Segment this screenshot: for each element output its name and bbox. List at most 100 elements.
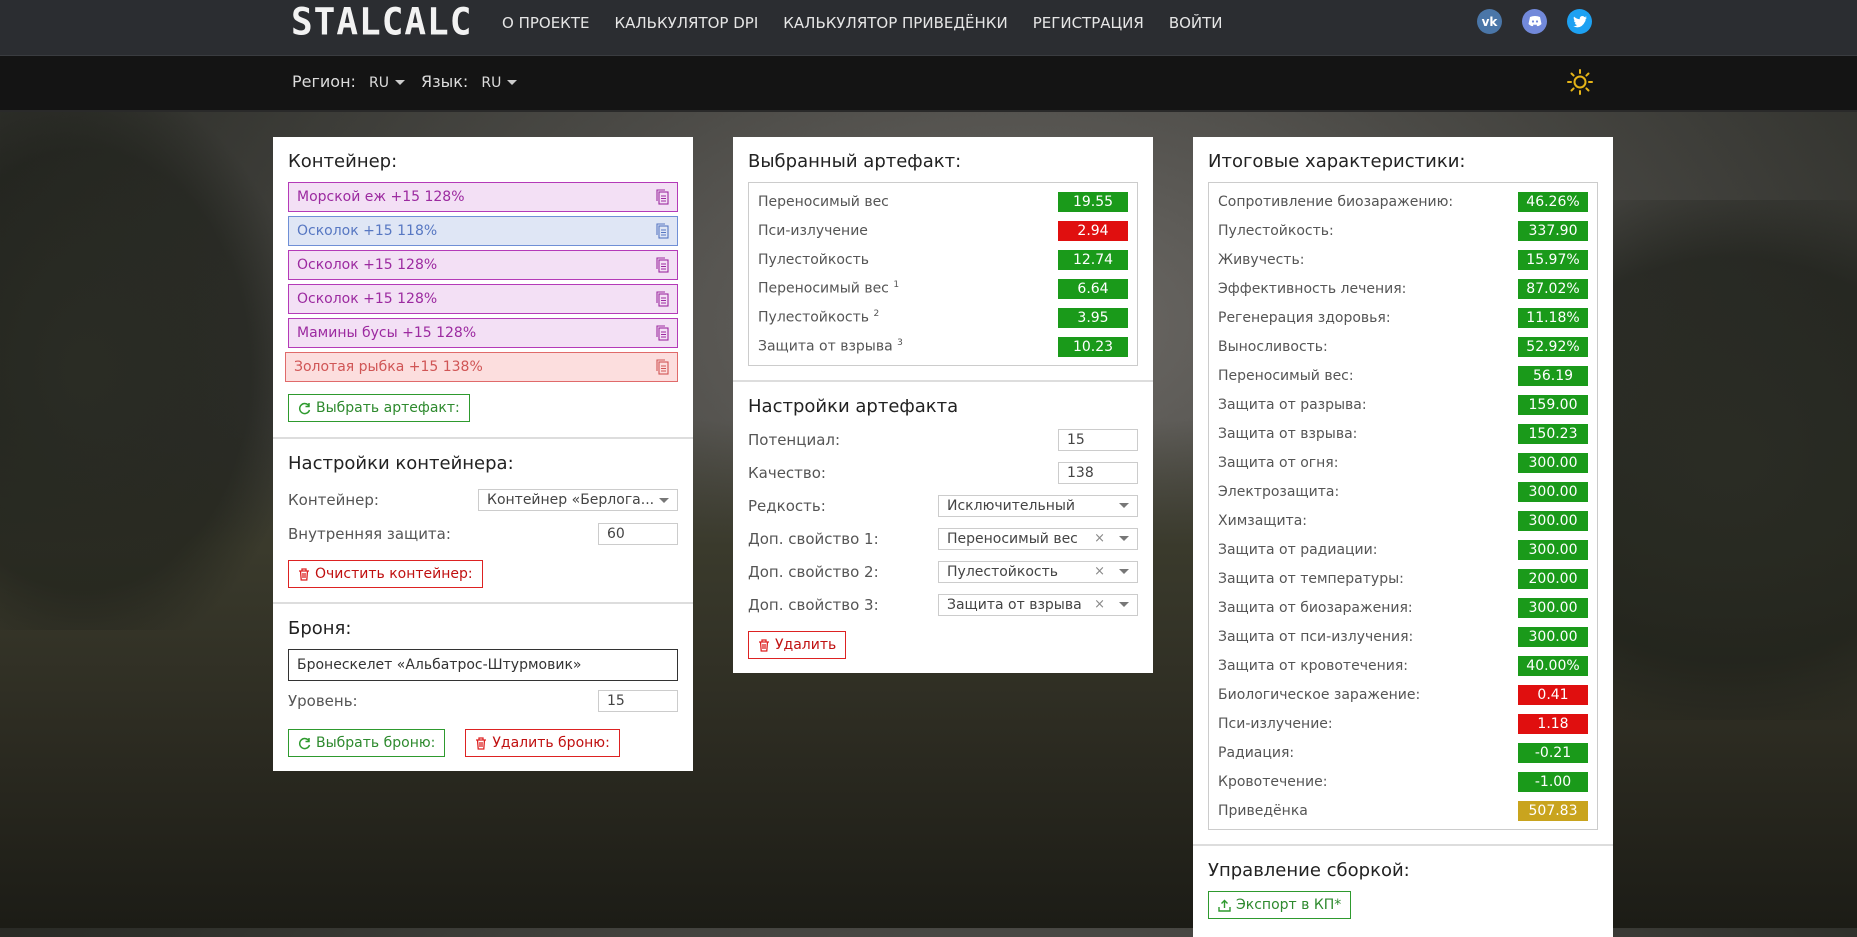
stat-row: Защита от кровотечения: 40.00% — [1218, 651, 1588, 680]
export-button[interactable]: Экспорт в КП* — [1208, 891, 1352, 919]
clear-icon[interactable]: × — [1094, 531, 1105, 546]
artifact-slot-label: Мамины бусы +15 128% — [297, 325, 477, 341]
stat-label: Сопротивление биозаражению: — [1218, 194, 1453, 210]
clear-container-label: Очистить контейнер: — [315, 566, 473, 582]
potential-label: Потенциал: — [748, 430, 841, 449]
nav-dpi-calculator[interactable]: КАЛЬКУЛЯТОР DPI — [614, 14, 758, 32]
artifact-slot[interactable]: Осколок +15 128% — [288, 284, 678, 314]
stat-label: Переносимый вес — [758, 194, 889, 210]
stat-label-text: Переносимый вес: — [1218, 367, 1354, 384]
quality-input[interactable]: 138 — [1058, 461, 1138, 484]
prop1-select[interactable]: Переносимый вес × — [938, 527, 1138, 550]
copy-icon[interactable] — [656, 291, 669, 307]
artifact-slot[interactable]: Осколок +15 118% — [288, 216, 678, 246]
totals-title: Итоговые характеристики: — [1208, 151, 1466, 172]
stat-label: Защита от пси-излучения: — [1218, 629, 1413, 645]
armor-level-input[interactable]: 15 — [598, 690, 678, 712]
stat-row: Защита от взрыва 3 10.23 — [758, 332, 1128, 361]
stat-label: Пси-излучение — [758, 223, 868, 239]
region-selector[interactable]: Регион: RU — [292, 72, 406, 91]
artifact-slot-label: Морской еж +15 128% — [297, 189, 465, 205]
artifact-slot-label: Осколок +15 128% — [297, 291, 438, 307]
stat-value: 87.02% — [1518, 278, 1588, 299]
chevron-down-icon — [1119, 569, 1129, 574]
artifact-slot[interactable]: Мамины бусы +15 128% — [288, 318, 678, 348]
stat-footnote: 2 — [873, 309, 880, 320]
prop3-value: Защита от взрыва — [947, 596, 1082, 613]
background-trees-left — [0, 110, 280, 630]
discord-icon[interactable] — [1522, 9, 1547, 34]
stat-label: Радиация: — [1218, 745, 1294, 761]
rarity-label: Редкость: — [748, 496, 826, 515]
trash-icon — [476, 736, 487, 750]
stat-row: Кровотечение: -1.00 — [1218, 767, 1588, 796]
delete-armor-button[interactable]: Удалить броню: — [465, 729, 620, 757]
container-select-row: Контейнер: Контейнер «Берлога... — [288, 484, 678, 516]
choose-armor-button[interactable]: Выбрать броню: — [288, 729, 446, 757]
vk-icon[interactable]: vk — [1477, 9, 1502, 34]
stat-row: Защита от огня: 300.00 — [1218, 448, 1588, 477]
stat-value: 19.55 — [1058, 191, 1128, 212]
stat-row: Сопротивление биозаражению: 46.26% — [1218, 187, 1588, 216]
stat-row: Пси-излучение: 1.18 — [1218, 709, 1588, 738]
inner-protection-input[interactable]: 60 — [598, 523, 678, 545]
stat-footnote: 1 — [893, 280, 900, 291]
nav-register[interactable]: РЕГИСТРАЦИЯ — [1033, 14, 1144, 32]
delete-artifact-button[interactable]: Удалить — [748, 631, 847, 659]
site-logo[interactable]: STALCALC — [291, 1, 472, 44]
inner-protection-row: Внутренняя защита: 60 — [288, 516, 678, 552]
choose-artifact-button[interactable]: Выбрать артефакт: — [288, 394, 470, 422]
sun-icon[interactable] — [1567, 69, 1593, 95]
container-select[interactable]: Контейнер «Берлога... — [478, 489, 678, 511]
stat-row: Живучесть: 15.97% — [1218, 245, 1588, 274]
stat-label-text: Защита от пси-излучения: — [1218, 628, 1414, 645]
stat-row: Защита от взрыва: 150.23 — [1218, 419, 1588, 448]
clear-icon[interactable]: × — [1094, 597, 1105, 612]
copy-icon[interactable] — [656, 189, 669, 205]
stat-label-text: Химзащита: — [1218, 512, 1308, 529]
stat-value: 3.95 — [1058, 307, 1128, 328]
prop2-select[interactable]: Пулестойкость × — [938, 560, 1138, 583]
stat-label-text: Сопротивление биозаражению: — [1218, 193, 1454, 210]
prop3-select[interactable]: Защита от взрыва × — [938, 593, 1138, 616]
clear-icon[interactable]: × — [1094, 564, 1105, 579]
artifact-panel: Выбранный артефакт: Переносимый вес 19.55… — [733, 137, 1153, 673]
copy-icon[interactable] — [656, 223, 669, 239]
stat-label-text: Выносливость: — [1218, 338, 1328, 355]
copy-icon[interactable] — [656, 257, 669, 273]
artifact-slot[interactable]: Морской еж +15 128% — [288, 182, 678, 212]
artifact-slot-label: Золотая рыбка +15 138% — [294, 359, 483, 375]
stat-label: Химзащита: — [1218, 513, 1307, 529]
potential-input[interactable]: 15 — [1058, 428, 1138, 451]
stat-row: Пси-излучение 2.94 — [758, 216, 1128, 245]
language-selector[interactable]: Язык: RU — [421, 72, 518, 91]
stat-label-text: Защита от разрыва: — [1218, 396, 1367, 413]
nav-login[interactable]: ВОЙТИ — [1169, 14, 1223, 32]
prop1-row: Доп. свойство 1: Переносимый вес × — [748, 522, 1138, 555]
delete-armor-label: Удалить броню: — [492, 735, 610, 751]
rarity-select[interactable]: Исключительный — [938, 494, 1138, 517]
stat-label: Защита от разрыва: — [1218, 397, 1367, 413]
armor-select[interactable]: Бронескелет «Альбатрос-Штурмовик» — [288, 649, 678, 681]
selected-artifact-title: Выбранный артефакт: — [748, 151, 962, 172]
container-select-label: Контейнер: — [288, 491, 379, 509]
nav-reduced-calculator[interactable]: КАЛЬКУЛЯТОР ПРИВЕДЁНКИ — [783, 14, 1007, 32]
artifact-slot[interactable]: Осколок +15 128% — [288, 250, 678, 280]
stat-label: Защита от огня: — [1218, 455, 1338, 471]
artifact-slot[interactable]: Золотая рыбка +15 138% — [285, 352, 678, 382]
artifact-slot-label: Осколок +15 128% — [297, 257, 438, 273]
stat-label: Защита от температуры: — [1218, 571, 1404, 587]
stat-label-text: Эффективность лечения: — [1218, 280, 1407, 297]
stat-label: Электрозащита: — [1218, 484, 1339, 500]
build-manage-section: Управление сборкой: Экспорт в КП* — [1193, 846, 1613, 933]
clear-container-button[interactable]: Очистить контейнер: — [288, 560, 483, 588]
twitter-icon[interactable] — [1567, 9, 1592, 34]
chevron-down-icon — [659, 497, 669, 503]
copy-icon[interactable] — [656, 325, 669, 341]
totals-stats-list: Сопротивление биозаражению: 46.26% Пулесто… — [1208, 182, 1598, 830]
nav-about[interactable]: О ПРОЕКТЕ — [502, 14, 589, 32]
stat-value: -0.21 — [1518, 742, 1588, 763]
stat-row: Переносимый вес 1 6.64 — [758, 274, 1128, 303]
copy-icon[interactable] — [656, 359, 669, 375]
stat-label: Защита от радиации: — [1218, 542, 1377, 558]
